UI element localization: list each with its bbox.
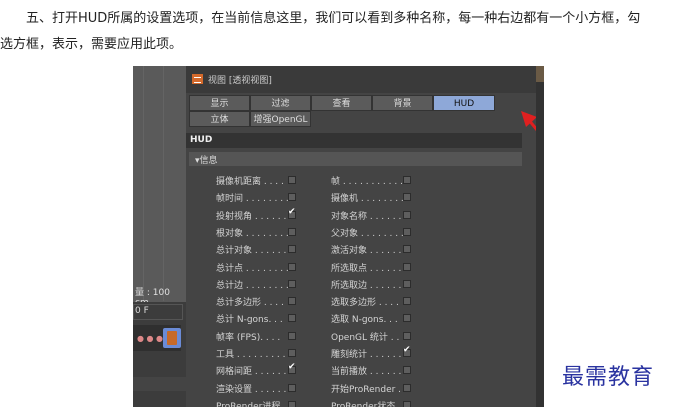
viewport: 量 : 100 cm 0 F ● ● ● xyxy=(133,66,186,407)
strip-icon xyxy=(536,66,544,82)
panel-titlebar: 视图 [透视视图] xyxy=(186,66,536,93)
left-option-label: 渲染设置 . . . . . . xyxy=(216,384,287,395)
left-option-label: 总计多边形 . . . . xyxy=(216,298,284,309)
right-edge-strip xyxy=(536,66,544,407)
right-option-label: 对象名称 . . . . . . xyxy=(331,211,402,222)
right-option-checkbox[interactable] xyxy=(403,331,411,340)
tab-hud[interactable]: HUD xyxy=(433,95,495,111)
left-option-checkbox[interactable] xyxy=(288,176,296,184)
right-option-label: 当前播放 . . . . . . xyxy=(331,367,402,378)
left-option-label: 工具 . . . . . . . . . xyxy=(216,350,286,360)
left-option-label: 投射视角 . . . . . . xyxy=(216,211,287,222)
right-option-label: OpenGL 统计 . . xyxy=(331,332,400,343)
right-option-label: 所选取边 . . . . . . xyxy=(331,280,402,291)
right-option-label: 帧 . . . . . . . . . . . xyxy=(331,177,403,187)
right-option-checkbox[interactable] xyxy=(403,297,411,306)
right-option-checkbox[interactable] xyxy=(403,210,411,219)
left-option-checkbox[interactable] xyxy=(288,207,296,219)
left-option-label: 帧率 (FPS). . . . xyxy=(216,332,281,343)
right-option-label: 激活对象 . . . . . . xyxy=(331,246,402,257)
right-option-checkbox[interactable] xyxy=(403,227,411,236)
right-option-label: 开始ProRender . xyxy=(331,384,402,395)
right-option-label: 选取多边形 . . . . xyxy=(331,298,399,309)
left-option-checkbox[interactable] xyxy=(288,400,296,407)
left-option-label: 根对象 . . . . . . . . xyxy=(216,228,289,239)
panel-title: 视图 [透视视图] xyxy=(208,76,272,86)
film-clapper-icon xyxy=(192,74,203,84)
info-group-label: ▾信息 xyxy=(195,156,218,166)
tab-filter[interactable]: 过滤 xyxy=(250,95,311,111)
left-option-checkbox[interactable] xyxy=(288,279,296,288)
tab-background[interactable]: 背景 xyxy=(372,95,433,111)
left-option-checkbox[interactable] xyxy=(288,262,296,271)
tab-view[interactable]: 查看 xyxy=(311,95,372,111)
hud-section-label: HUD xyxy=(190,135,213,145)
right-option-checkbox[interactable] xyxy=(403,314,411,323)
right-option-label: 所选取点 . . . . . . xyxy=(331,263,402,274)
right-option-label: 雕刻统计 . . . . . . xyxy=(331,350,402,360)
film-strip-icon[interactable] xyxy=(163,328,181,348)
right-option-checkbox[interactable] xyxy=(403,345,411,357)
tab-stereo[interactable]: 立体 xyxy=(189,111,250,127)
left-option-label: 总计 N-gons. . . xyxy=(216,315,283,326)
right-option-checkbox[interactable] xyxy=(403,383,411,392)
left-option-checkbox[interactable] xyxy=(288,227,296,236)
brand-watermark: 最需教育 xyxy=(562,365,655,390)
tab-enhanced-opengl[interactable]: 增强OpenGL xyxy=(250,111,311,127)
keyframe-dots-icon[interactable]: ● ● ● xyxy=(137,334,163,343)
right-option-checkbox[interactable] xyxy=(403,262,411,271)
right-option-label: ProRender状态. . xyxy=(331,401,404,407)
right-option-checkbox[interactable] xyxy=(403,400,411,407)
left-option-checkbox[interactable] xyxy=(288,193,296,202)
left-option-checkbox[interactable] xyxy=(288,314,296,323)
left-option-checkbox[interactable] xyxy=(288,383,296,392)
left-option-label: 网格间距 . . . . . . xyxy=(216,367,287,378)
right-option-checkbox[interactable] xyxy=(403,193,411,202)
left-option-label: 摄像机距离 . . . . xyxy=(216,177,284,187)
right-option-checkbox[interactable] xyxy=(403,279,411,288)
left-option-label: 总计点 . . . . . . . . xyxy=(216,263,289,274)
left-option-label: ProRender进程. . xyxy=(216,401,289,407)
left-option-checkbox[interactable] xyxy=(288,245,296,254)
attribute-row xyxy=(133,377,186,391)
left-option-checkbox[interactable] xyxy=(288,331,296,340)
tab-display[interactable]: 显示 xyxy=(189,95,250,111)
left-option-label: 总计对象 . . . . . . xyxy=(216,246,287,257)
left-option-label: 总计边 . . . . . . . . xyxy=(216,280,289,291)
left-option-label: 帧时间 . . . . . . . . xyxy=(216,194,289,205)
left-option-checkbox[interactable] xyxy=(288,297,296,306)
right-option-checkbox[interactable] xyxy=(403,245,411,254)
hud-section-header: HUD xyxy=(186,133,522,148)
left-option-checkbox[interactable] xyxy=(288,349,296,357)
right-option-label: 选取 N-gons. . . xyxy=(331,315,398,326)
software-screenshot: 量 : 100 cm 0 F ● ● ● 视图 [透视视图] 显示 过滤 查看 … xyxy=(133,66,544,407)
left-option-checkbox[interactable] xyxy=(288,362,296,375)
viewport-grid xyxy=(133,66,186,301)
viewport-settings-panel: 视图 [透视视图] 显示 过滤 查看 背景 HUD 立体 增强OpenGL HU… xyxy=(186,66,544,407)
intro-line-2: 选方框，表示，需要应用此项。 xyxy=(0,37,183,52)
right-option-label: 父对象 . . . . . . . . xyxy=(331,228,404,239)
frame-readout: 0 F xyxy=(135,306,149,316)
intro-line-1: 五、打开HUD所属的设置选项，在当前信息这里，我们可以看到多种名称，每一种右边都… xyxy=(26,11,641,26)
right-option-checkbox[interactable] xyxy=(403,366,411,375)
right-option-checkbox[interactable] xyxy=(403,176,411,184)
info-group-header[interactable]: ▾信息 xyxy=(189,152,522,166)
right-option-label: 摄像机 . . . . . . . . xyxy=(331,194,404,205)
